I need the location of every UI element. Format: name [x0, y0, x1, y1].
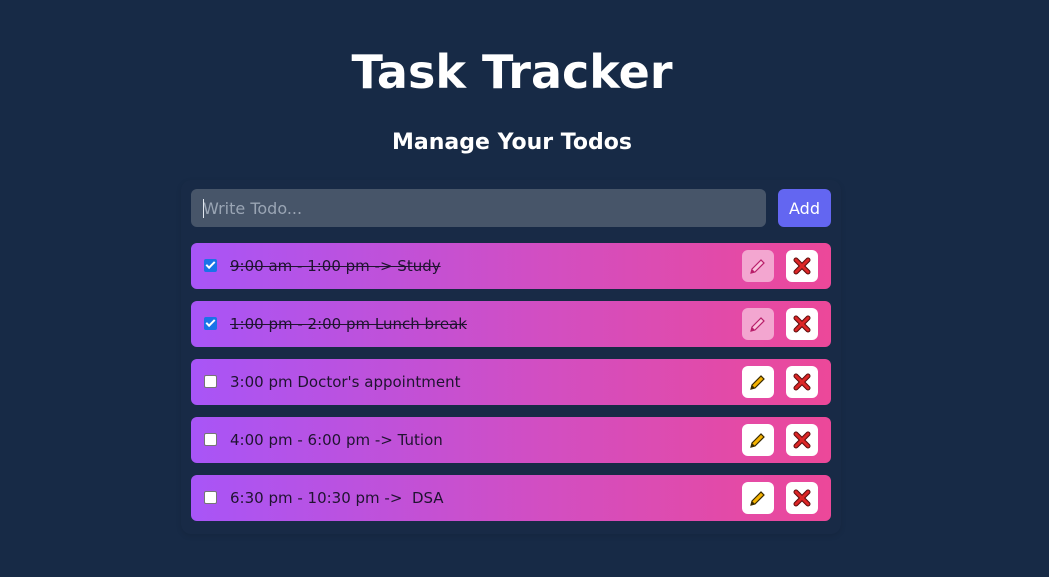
cross-mark-icon: [793, 315, 811, 333]
delete-button[interactable]: [786, 424, 818, 456]
todo-input[interactable]: [191, 189, 766, 227]
todo-checkbox[interactable]: [204, 317, 217, 330]
add-button[interactable]: Add: [778, 189, 831, 227]
todo-item: 4:00 pm - 6:00 pm -> Tution: [191, 417, 831, 463]
cross-mark-icon: [793, 257, 811, 275]
delete-button[interactable]: [786, 308, 818, 340]
delete-button[interactable]: [786, 250, 818, 282]
todo-checkbox[interactable]: [204, 491, 217, 504]
pencil-icon: [750, 375, 765, 390]
edit-button[interactable]: [742, 482, 774, 514]
todo-item: 3:00 pm Doctor's appointment: [191, 359, 831, 405]
pencil-icon: [750, 317, 765, 332]
todo-checkbox[interactable]: [204, 375, 217, 388]
delete-button[interactable]: [786, 366, 818, 398]
pencil-icon: [750, 491, 765, 506]
todo-text: 3:00 pm Doctor's appointment: [230, 373, 461, 391]
cross-mark-icon: [793, 431, 811, 449]
cross-mark-icon: [793, 489, 811, 507]
cross-mark-icon: [793, 373, 811, 391]
edit-button[interactable]: [742, 366, 774, 398]
todo-item: 6:30 pm - 10:30 pm -> DSA: [191, 475, 831, 521]
todo-text: 1:00 pm - 2:00 pm Lunch break: [230, 315, 467, 333]
todo-item: 9:00 am - 1:00 pm -> Study: [191, 243, 831, 289]
page-subtitle: Manage Your Todos: [392, 130, 632, 155]
todo-text: 9:00 am - 1:00 pm -> Study: [230, 257, 441, 275]
todo-checkbox[interactable]: [204, 433, 217, 446]
todo-item: 1:00 pm - 2:00 pm Lunch break: [191, 301, 831, 347]
todo-text: 4:00 pm - 6:00 pm -> Tution: [230, 431, 443, 449]
edit-button[interactable]: [742, 250, 774, 282]
page-title: Task Tracker: [351, 45, 673, 99]
edit-button[interactable]: [742, 308, 774, 340]
todo-text: 6:30 pm - 10:30 pm -> DSA: [230, 489, 444, 507]
delete-button[interactable]: [786, 482, 818, 514]
edit-button[interactable]: [742, 424, 774, 456]
todo-checkbox[interactable]: [204, 259, 217, 272]
text-caret: [203, 199, 204, 218]
pencil-icon: [750, 259, 765, 274]
pencil-icon: [750, 433, 765, 448]
